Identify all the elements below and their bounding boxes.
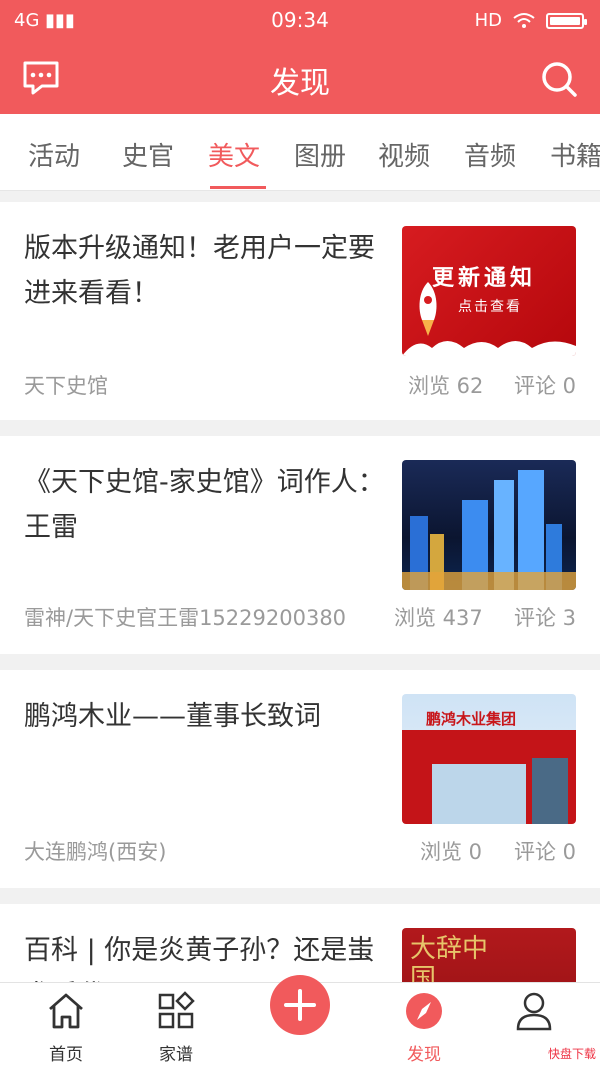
watermark: 快盘下载 <box>547 1047 596 1061</box>
tab-books[interactable]: 书籍 <box>550 136 600 173</box>
article-comments: 评论 3 <box>513 606 576 630</box>
nav-discover-label: 发现 <box>407 1045 441 1065</box>
home-icon <box>49 993 83 1029</box>
article-title: 百科 | 你是炎黄子孙？还是蚩尤后代？ <box>24 935 375 984</box>
cloud-decoration <box>402 341 576 356</box>
app-header: 发现 <box>0 42 600 114</box>
nav-genealogy[interactable]: 家谱 <box>136 991 216 1065</box>
user-icon <box>516 992 552 1031</box>
article-thumbnail: 大辞中国 <box>402 928 576 984</box>
article-author: 天下史馆 <box>24 374 108 398</box>
article-comments: 评论 0 <box>513 840 576 864</box>
wifi-icon <box>513 12 535 28</box>
article-thumbnail: 鹏鸿木业集团 <box>402 694 576 824</box>
bottom-navigation: 首页 家谱 发现 快盘下载 <box>0 975 600 1068</box>
article-thumbnail: 更新通知 点击查看 <box>402 226 576 356</box>
tab-albums[interactable]: 图册 <box>294 136 346 173</box>
plus-icon[interactable] <box>270 975 330 1035</box>
thumb-subtitle: 点击查看 <box>458 299 522 315</box>
nav-home-label: 首页 <box>49 1045 83 1065</box>
article-author: 大连鹏鸿(西安) <box>24 840 167 864</box>
thumb-text: 大辞中国 <box>410 934 489 984</box>
tab-audio[interactable]: 音频 <box>464 136 516 173</box>
nav-home[interactable]: 首页 <box>26 991 106 1065</box>
tab-activity[interactable]: 活动 <box>28 136 80 173</box>
nav-profile[interactable] <box>494 991 574 1040</box>
tab-historian[interactable]: 史官 <box>122 136 174 173</box>
category-tabs: 活动 史官 美文 图册 视频 音频 书籍 <box>0 114 600 191</box>
article-card[interactable]: 百科 | 你是炎黄子孙？还是蚩尤后代？ 大辞中国 <box>0 904 600 984</box>
tab-videos[interactable]: 视频 <box>378 136 430 173</box>
status-bar: 4G ▮▮▮ 09:34 HD <box>0 0 600 42</box>
nav-genealogy-label: 家谱 <box>159 1045 193 1065</box>
article-author: 雷神/天下史官王雷15229200380 <box>24 606 347 630</box>
article-card[interactable]: 鹏鸿木业——董事长致词 大连鹏鸿(西安) 浏览 0 评论 0 鹏鸿木业集团 <box>0 670 600 888</box>
search-icon[interactable] <box>540 60 578 98</box>
article-views: 浏览 62 <box>408 374 484 398</box>
article-views: 浏览 437 <box>394 606 483 630</box>
article-views: 浏览 0 <box>420 840 483 864</box>
active-tab-indicator <box>210 186 266 189</box>
article-card[interactable]: 版本升级通知！老用户一定要进来看看！ 天下史馆 浏览 62 评论 0 更新通知 … <box>0 202 600 420</box>
battery-icon <box>546 12 587 29</box>
thumb-sign: 鹏鸿木业集团 <box>426 710 517 728</box>
page-title: 发现 <box>270 66 330 101</box>
article-card[interactable]: 《天下史馆-家史馆》词作人：王雷 雷神/天下史官王雷15229200380 浏览… <box>0 436 600 654</box>
city-skyline-image <box>402 470 576 590</box>
grid-icon <box>158 991 195 1029</box>
tab-essays[interactable]: 美文 <box>208 136 260 173</box>
building-image <box>402 730 576 824</box>
article-thumbnail <box>402 460 576 590</box>
compass-icon <box>406 993 442 1029</box>
article-title: 鹏鸿木业——董事长致词 <box>24 701 321 732</box>
hd-label: HD <box>474 10 502 31</box>
article-comments: 评论 0 <box>513 374 576 398</box>
article-title: 版本升级通知！老用户一定要进来看看！ <box>24 233 375 309</box>
article-title: 《天下史馆-家史馆》词作人：王雷 <box>24 467 385 543</box>
nav-discover[interactable]: 发现 <box>384 991 464 1065</box>
